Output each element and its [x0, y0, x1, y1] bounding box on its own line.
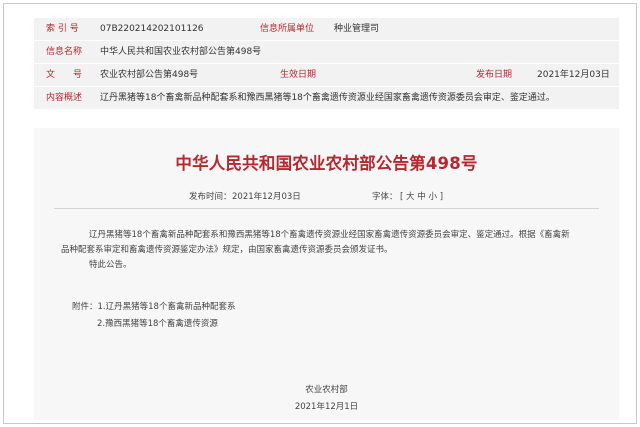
- font-medium-link[interactable]: 中: [417, 192, 426, 202]
- signature-org: 农业农村部: [305, 385, 348, 395]
- paragraph-main-line2: 品种配套系审定和畜禽遗传资源鉴定办法》规定，由国家畜禽遗传资源委员会颁发证书。: [61, 245, 393, 255]
- meta-row-summary: 内容概述 辽丹黑猪等18个畜禽新品种配套系和豫西黑猪等18个畜禽遗传资源业经国家…: [34, 87, 619, 110]
- font-bracket-open: [: [400, 192, 404, 202]
- issued-label: 发布日期: [476, 70, 513, 80]
- document-content: 中华人民共和国农业农村部公告第498号 发布时间： 2021年12月03日 字体…: [34, 128, 619, 420]
- org-label: 信息所属单位: [260, 24, 315, 34]
- font-size-switcher: [ 大 中 小 ]: [400, 190, 443, 202]
- meta-row-index: 索 引 号 07B220214202101126 信息所属单位 种业管理司: [34, 18, 619, 41]
- index-value: 07B220214202101126: [100, 24, 204, 34]
- org-value: 种业管理司: [334, 24, 380, 34]
- effective-label: 生效日期: [280, 70, 317, 80]
- attachment-1: 1.辽丹黑猪等18个畜禽新品种配套系: [97, 302, 236, 312]
- meta-row-doc: 文 号 农业农村部公告第498号 生效日期 发布日期 2021年12月03日: [34, 64, 619, 87]
- attachment-2: 2.豫西黑猪等18个畜禽遗传资源: [97, 319, 218, 329]
- paragraph-main: 辽丹黑猪等18个畜禽新品种配套系和豫西黑猪等18个畜禽遗传资源业经国家畜禽遗传资…: [61, 228, 593, 243]
- metadata-table: 索 引 号 07B220214202101126 信息所属单位 种业管理司 信息…: [34, 18, 619, 110]
- summary-value: 辽丹黑猪等18个畜禽新品种配套系和豫西黑猪等18个畜禽遗传资源业经国家畜禽遗传资…: [100, 93, 555, 103]
- title-value: 中华人民共和国农业农村部公告第498号: [100, 47, 262, 57]
- summary-label: 内容概述: [46, 93, 83, 103]
- document-title: 中华人民共和国农业农村部公告第498号: [175, 154, 478, 173]
- publish-date: 2021年12月03日: [232, 192, 301, 202]
- index-label: 索 引 号: [46, 24, 79, 34]
- font-bracket-close: ]: [439, 192, 444, 202]
- attachment-label: 附件：: [72, 302, 98, 312]
- attachment-1-row: 附件：1.辽丹黑猪等18个畜禽新品种配套系: [72, 300, 235, 312]
- font-size-label: 字体：: [372, 192, 398, 202]
- doc-label: 文 号: [46, 70, 83, 80]
- page-frame: 索 引 号 07B220214202101126 信息所属单位 种业管理司 信息…: [3, 3, 637, 424]
- issued-value: 2021年12月03日: [537, 70, 610, 80]
- paragraph-closing: 特此公告。: [89, 260, 132, 270]
- publish-label: 发布时间：: [189, 192, 232, 202]
- publish-info: 发布时间： 2021年12月03日 字体： [ 大 中 小 ]: [34, 190, 619, 202]
- document-body: 辽丹黑猪等18个畜禽新品种配套系和豫西黑猪等18个畜禽遗传资源业经国家畜禽遗传资…: [61, 228, 593, 273]
- meta-row-title: 信息名称 中华人民共和国农业农村部公告第498号: [34, 41, 619, 64]
- title-label: 信息名称: [46, 47, 83, 57]
- signature-date: 2021年12月1日: [294, 402, 359, 412]
- doc-value: 农业农村部公告第498号: [100, 70, 199, 80]
- paragraph-main-line1: 辽丹黑猪等18个畜禽新品种配套系和豫西黑猪等18个畜禽遗传资源业经国家畜禽遗传资…: [89, 230, 570, 240]
- title-divider: [54, 208, 599, 209]
- font-small-link[interactable]: 小: [428, 192, 437, 202]
- font-large-link[interactable]: 大: [406, 192, 415, 202]
